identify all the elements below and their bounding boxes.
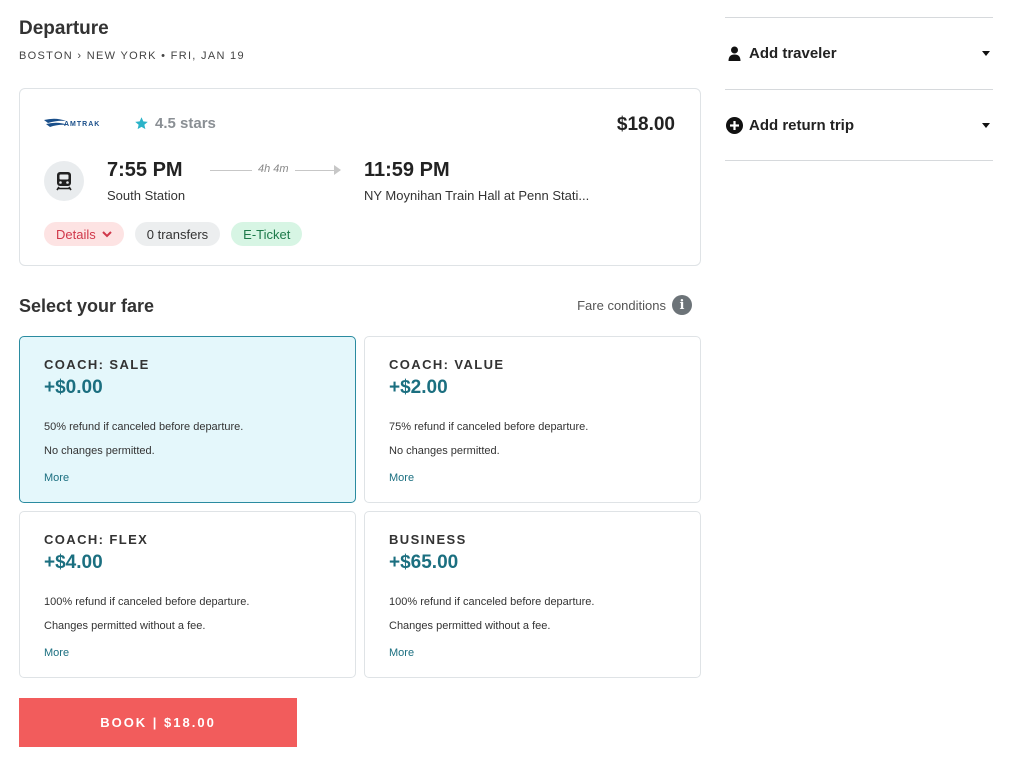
fare-name: COACH: FLEX: [44, 532, 149, 547]
fare-change-policy: No changes permitted.: [389, 445, 500, 457]
fare-price: +$65.00: [389, 552, 459, 573]
rating: 4.5 stars: [134, 115, 216, 132]
star-icon: [135, 117, 148, 130]
fare-more-link[interactable]: More: [44, 472, 69, 484]
fare-price: +$4.00: [44, 552, 103, 573]
info-icon: i: [672, 295, 692, 315]
caret-down-icon: [982, 50, 990, 56]
add-return-trip-dropdown[interactable]: Add return trip: [725, 90, 993, 160]
fare-name: COACH: VALUE: [389, 357, 505, 372]
fare-name: COACH: SALE: [44, 357, 150, 372]
fare-more-link[interactable]: More: [389, 647, 414, 659]
fare-more-link[interactable]: More: [389, 472, 414, 484]
fare-option-coach-flex[interactable]: COACH: FLEX +$4.00 100% refund if cancel…: [19, 511, 356, 678]
add-return-trip-label: Add return trip: [749, 116, 854, 134]
fare-conditions-label: Fare conditions: [577, 297, 666, 313]
fare-conditions-link[interactable]: Fare conditions i: [577, 295, 692, 315]
caret-down-icon: [982, 122, 990, 128]
eticket-badge: E-Ticket: [231, 222, 303, 246]
fare-change-policy: No changes permitted.: [44, 445, 155, 457]
arrow-right-icon: [334, 165, 341, 175]
details-label: Details: [56, 226, 96, 242]
arrival-time: 11:59 PM: [364, 159, 450, 181]
trip-price: $18.00: [616, 114, 675, 135]
fare-refund-policy: 50% refund if canceled before departure.: [44, 421, 244, 433]
fare-option-business[interactable]: BUSINESS +$65.00 100% refund if canceled…: [364, 511, 701, 678]
book-button[interactable]: BOOK | $18.00: [19, 698, 297, 747]
fare-price: +$2.00: [389, 377, 448, 398]
sidebar-divider: [725, 160, 993, 161]
departure-time: 7:55 PM: [107, 159, 183, 181]
page-title: Departure: [19, 18, 109, 39]
add-traveler-dropdown[interactable]: Add traveler: [725, 18, 993, 88]
plus-circle-icon: [725, 116, 743, 134]
fare-change-policy: Changes permitted without a fee.: [44, 620, 206, 632]
fare-refund-policy: 75% refund if canceled before departure.: [389, 421, 589, 433]
amtrak-logo: AMTRAK: [44, 118, 100, 128]
trip-card: AMTRAK 4.5 stars $18.00 7:55 PM South St…: [19, 88, 701, 266]
route-summary: BOSTON › NEW YORK • FRI, JAN 19: [19, 50, 245, 62]
details-button[interactable]: Details: [44, 222, 124, 246]
transfers-badge: 0 transfers: [134, 222, 221, 246]
fare-refund-policy: 100% refund if canceled before departure…: [389, 596, 595, 608]
chevron-down-icon: [102, 230, 112, 237]
person-icon: [725, 44, 743, 62]
fare-more-link[interactable]: More: [44, 647, 69, 659]
trip-chips: Details 0 transfers E-Ticket: [44, 222, 303, 246]
fare-heading: Select your fare: [19, 296, 155, 316]
fare-option-coach-sale[interactable]: COACH: SALE +$0.00 50% refund if cancele…: [19, 336, 356, 503]
rating-label: 4.5 stars: [155, 115, 216, 132]
fare-option-coach-value[interactable]: COACH: VALUE +$2.00 75% refund if cancel…: [364, 336, 701, 503]
add-traveler-label: Add traveler: [749, 44, 837, 62]
svg-text:AMTRAK: AMTRAK: [64, 121, 100, 128]
train-icon: [44, 161, 84, 201]
trip-duration: 4h 4m: [252, 163, 295, 175]
fare-name: BUSINESS: [389, 532, 467, 547]
arrival-station: NY Moynihan Train Hall at Penn Stati...: [364, 188, 590, 203]
departure-station: South Station: [107, 188, 186, 203]
fare-price: +$0.00: [44, 377, 103, 398]
fare-refund-policy: 100% refund if canceled before departure…: [44, 596, 250, 608]
fare-change-policy: Changes permitted without a fee.: [389, 620, 551, 632]
